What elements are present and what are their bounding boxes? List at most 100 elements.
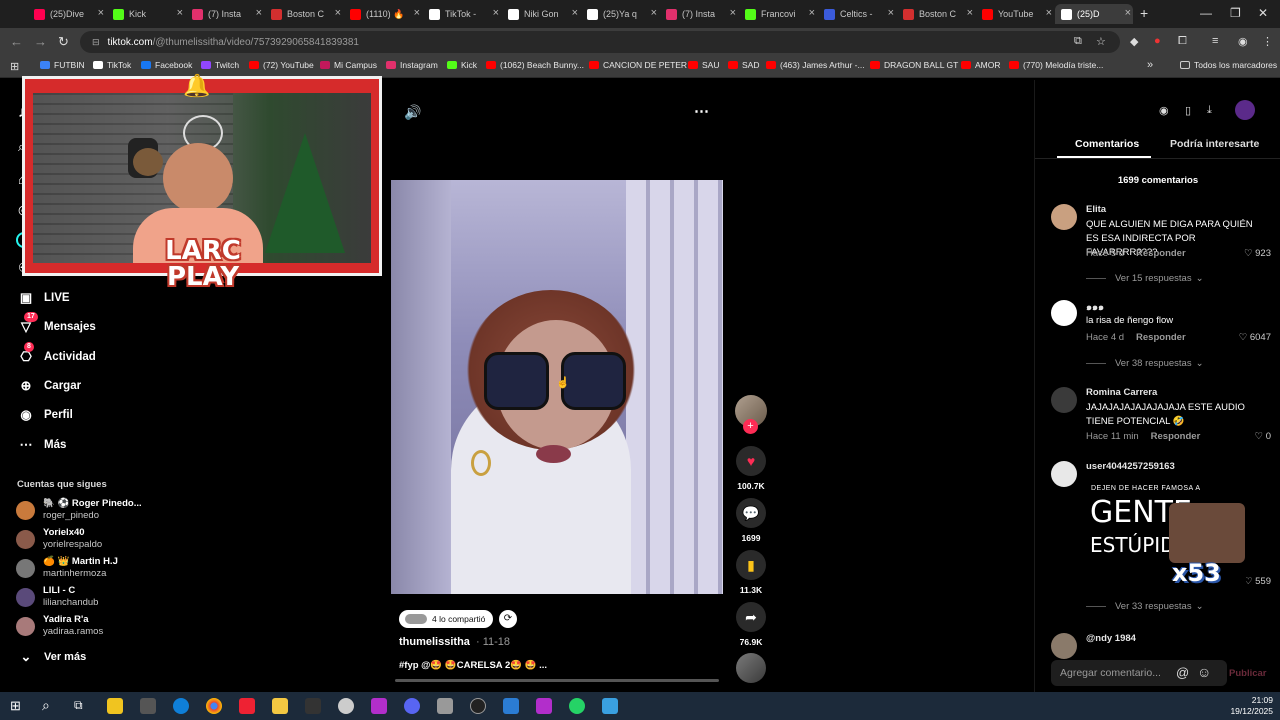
tab-close-icon[interactable]: × (493, 7, 499, 19)
view-replies-button[interactable]: Ver 38 respuestas ⌄ (1086, 358, 1204, 369)
browser-tab[interactable]: (7) Insta × (660, 4, 738, 24)
tab-close-icon[interactable]: × (414, 7, 420, 19)
taskbar-search-icon[interactable]: ⌕ (42, 697, 50, 714)
browser-tab[interactable]: Boston C × (265, 4, 343, 24)
browser-tab[interactable]: (25)D × (1055, 4, 1133, 24)
browser-tab[interactable]: Kick × (107, 4, 185, 24)
calculator-icon[interactable] (437, 698, 453, 714)
nav-item-perfil[interactable]: ◉ Perfil (18, 407, 72, 423)
cast-icon[interactable]: ⧉ (1074, 35, 1082, 48)
browser-tab[interactable]: (25)Ya q × (581, 4, 659, 24)
tab-close-icon[interactable]: × (1125, 7, 1131, 19)
bookmark-item[interactable]: CANCION DE PETER (589, 60, 687, 70)
nav-item-cargar[interactable]: ⊕ Cargar (18, 378, 82, 394)
comment-avatar[interactable] (1051, 204, 1077, 230)
reply-button[interactable]: Responder (1151, 431, 1201, 442)
site-info-icon[interactable]: ⊟ (92, 37, 100, 48)
bookmark-item[interactable]: DRAGON BALL GT (870, 60, 958, 70)
chrome-icon[interactable] (206, 698, 222, 714)
address-bar[interactable]: ⊟ tiktok.com /@thumelissitha/video/75739… (80, 31, 1120, 53)
start-icon[interactable]: ⊞ (10, 698, 21, 714)
comment-like[interactable]: ♡ 923 (1244, 248, 1271, 259)
comment-user[interactable]: Elita (1086, 204, 1106, 215)
account-avatar[interactable] (1235, 100, 1255, 120)
word-icon[interactable] (503, 698, 519, 714)
video-options-icon[interactable]: ⋯ (694, 102, 709, 120)
nav-item-live[interactable]: ▣ LIVE (18, 290, 70, 306)
browser-tab[interactable]: Niki Gon × (502, 4, 580, 24)
like-icon[interactable]: ♥ (736, 446, 766, 476)
comment-icon[interactable]: 💬 (736, 498, 766, 528)
browser-tab[interactable]: (1110) 🔥 × (344, 4, 422, 24)
extension-icon[interactable]: ◆ (1130, 35, 1138, 48)
shared-chip[interactable]: 4 lo compartió (399, 610, 494, 628)
comment-avatar[interactable] (1051, 633, 1077, 659)
bookmark-item[interactable]: Mi Campus (320, 60, 377, 70)
browser-tab[interactable]: Celtics - × (818, 4, 896, 24)
forward-icon[interactable]: → (34, 34, 47, 49)
followed-account[interactable]: Yorielx40 yorielrespaldo (16, 527, 102, 551)
reply-button[interactable]: Responder (1136, 332, 1186, 343)
bookmark-item[interactable]: FUTBIN (40, 60, 85, 70)
browser-tab[interactable]: Boston C × (897, 4, 975, 24)
followed-account[interactable]: 🐘 ⚽ Roger Pinedo... roger_pinedo (16, 498, 142, 522)
emoji-icon[interactable]: ☺ (1197, 664, 1211, 680)
media-icon[interactable]: ≡ (1212, 35, 1218, 47)
discord-icon[interactable] (404, 698, 420, 714)
all-bookmarks[interactable]: Todos los marcadores (1180, 60, 1277, 70)
browser-tab[interactable]: (25)Dive × (28, 4, 106, 24)
bookmark-item[interactable]: (1062) Beach Bunny... (486, 60, 584, 70)
close-window-icon[interactable]: ✕ (1258, 6, 1268, 20)
new-tab-icon[interactable]: + (1140, 5, 1148, 21)
comment-user[interactable]: @ndy 1984 (1086, 633, 1136, 644)
app-purple-icon[interactable] (371, 698, 387, 714)
maximize-icon[interactable]: ❐ (1230, 6, 1241, 20)
back-icon[interactable]: ← (10, 34, 23, 49)
bookmark-item[interactable]: SAU (688, 60, 719, 70)
publish-button[interactable]: Publicar (1229, 668, 1267, 679)
comment-avatar[interactable] (1051, 387, 1077, 413)
store-icon[interactable] (107, 698, 123, 714)
progress-track[interactable] (395, 679, 719, 682)
meme-image[interactable]: DEJEN DE HACER FAMOSA A GENTE ESTÚPIDA x… (1086, 481, 1246, 596)
comment-like[interactable]: ♡ 0 (1255, 431, 1271, 442)
comment-user[interactable]: ๑๑๑ (1086, 300, 1104, 315)
browser-tab[interactable]: Francovi × (739, 4, 817, 24)
comment-user[interactable]: Romina Carrera (1086, 387, 1157, 398)
reply-button[interactable]: Responder (1136, 248, 1186, 259)
edge-icon[interactable] (173, 698, 189, 714)
bookmark-item[interactable]: TikTok (93, 60, 131, 70)
tab-close-icon[interactable]: × (809, 7, 815, 19)
app-purple2-icon[interactable] (536, 698, 552, 714)
profile-icon[interactable]: ◉ (1238, 35, 1248, 48)
tab-close-icon[interactable]: × (177, 7, 183, 19)
bookmark-item[interactable]: SAD (728, 60, 759, 70)
bookmark-icon[interactable]: ▮ (736, 550, 766, 580)
apps-icon[interactable]: ⊞ (10, 60, 19, 73)
tab-close-icon[interactable]: × (98, 7, 104, 19)
nav-item-más[interactable]: ⋯ Más (18, 437, 67, 453)
mention-icon[interactable]: @ (1176, 665, 1189, 680)
follow-plus-icon[interactable]: + (743, 419, 758, 434)
see-more-button[interactable]: ⌄ Ver más (18, 649, 87, 665)
repost-icon[interactable]: ⟳ (499, 610, 517, 628)
extension-red-icon[interactable]: ● (1154, 35, 1161, 47)
comment-avatar[interactable] (1051, 300, 1077, 326)
app-grey-icon[interactable] (338, 698, 354, 714)
app-red-icon[interactable] (239, 698, 255, 714)
bookmark-item[interactable]: Kick (447, 60, 477, 70)
volume-icon[interactable]: 🔊 (404, 104, 421, 121)
reload-icon[interactable]: ↻ (58, 34, 69, 50)
photos-icon[interactable] (602, 698, 618, 714)
sound-disc[interactable] (736, 653, 766, 683)
bookmark-item[interactable]: (72) YouTube (249, 60, 314, 70)
tab-close-icon[interactable]: × (730, 7, 736, 19)
tab-close-icon[interactable]: × (967, 7, 973, 19)
browser-tab[interactable]: TikTok - × (423, 4, 501, 24)
tab-close-icon[interactable]: × (1046, 7, 1052, 19)
menu-icon[interactable]: ⋮ (1262, 35, 1273, 48)
view-replies-button[interactable]: Ver 33 respuestas ⌄ (1086, 601, 1204, 612)
comment-like[interactable]: ♡ 6047 (1239, 332, 1271, 343)
task-view-icon[interactable]: ⧉ (74, 698, 83, 713)
device-icon[interactable]: ▯ (1185, 104, 1191, 117)
